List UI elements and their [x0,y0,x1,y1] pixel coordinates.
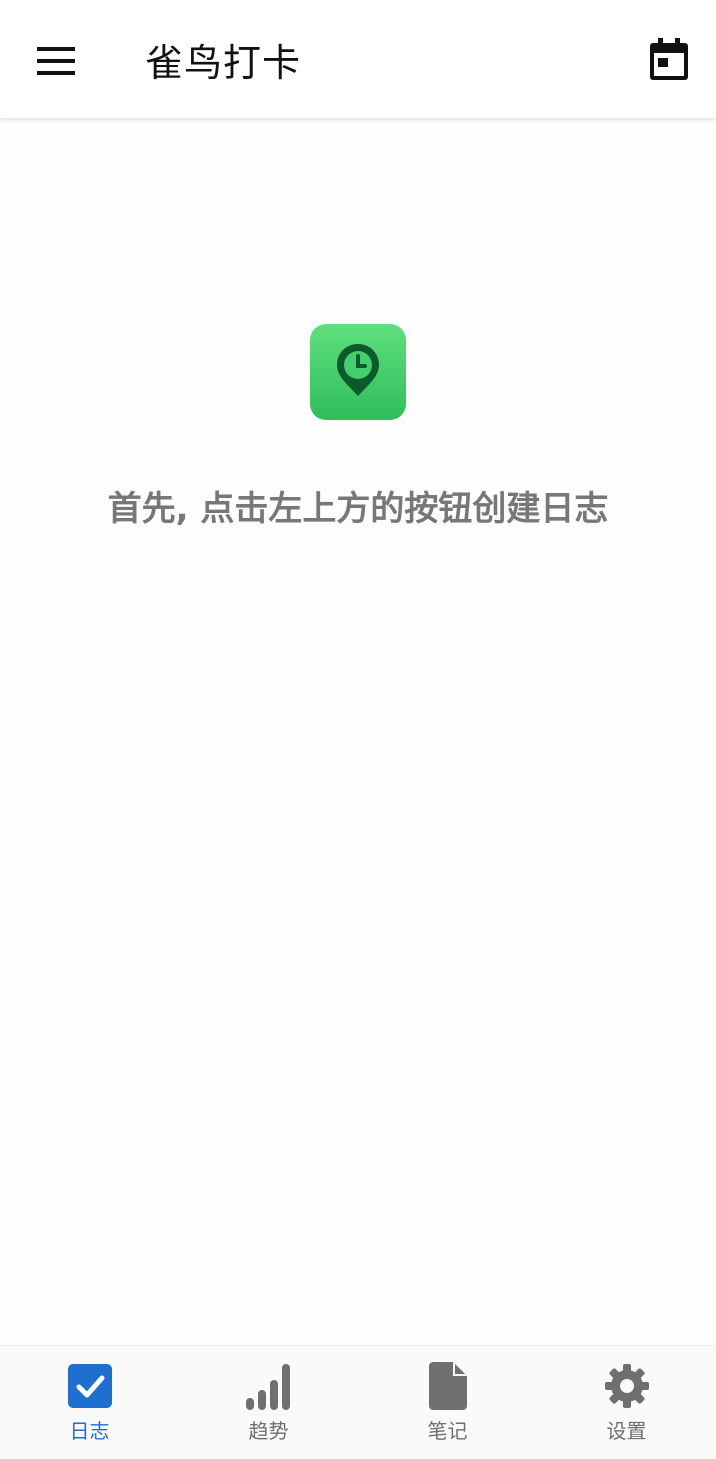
nav-label-log: 日志 [69,1419,110,1443]
gear-icon [603,1362,651,1410]
nav-item-notes[interactable]: 笔记 [358,1346,537,1459]
app-title: 雀鸟打卡 [145,41,302,85]
nav-label-settings: 设置 [606,1419,647,1443]
nav-item-settings[interactable]: 设置 [537,1346,716,1459]
nav-label-trends: 趋势 [248,1419,289,1443]
calendar-today-icon [650,38,688,84]
menu-button[interactable] [24,33,88,93]
signal-bars-icon [245,1362,293,1410]
nav-item-log[interactable]: 日志 [0,1346,179,1459]
bottom-navigation: 日志 趋势 笔记 设置 [0,1345,716,1459]
nav-label-notes: 笔记 [427,1419,468,1443]
calendar-button[interactable] [636,28,702,94]
app-logo-icon [310,324,406,420]
top-app-bar: 雀鸟打卡 [0,0,716,118]
nav-item-trends[interactable]: 趋势 [179,1346,358,1459]
checkbox-icon [66,1362,114,1410]
empty-state-hint: 首先, 点击左上方的按钮创建日志 [107,489,609,529]
location-clock-icon [334,342,382,402]
app-root: 雀鸟打卡 首先, 点击左上方的按钮创建日志 日志 趋势 笔记 设置 [0,0,716,1459]
menu-icon [37,47,75,79]
document-icon [424,1362,472,1410]
